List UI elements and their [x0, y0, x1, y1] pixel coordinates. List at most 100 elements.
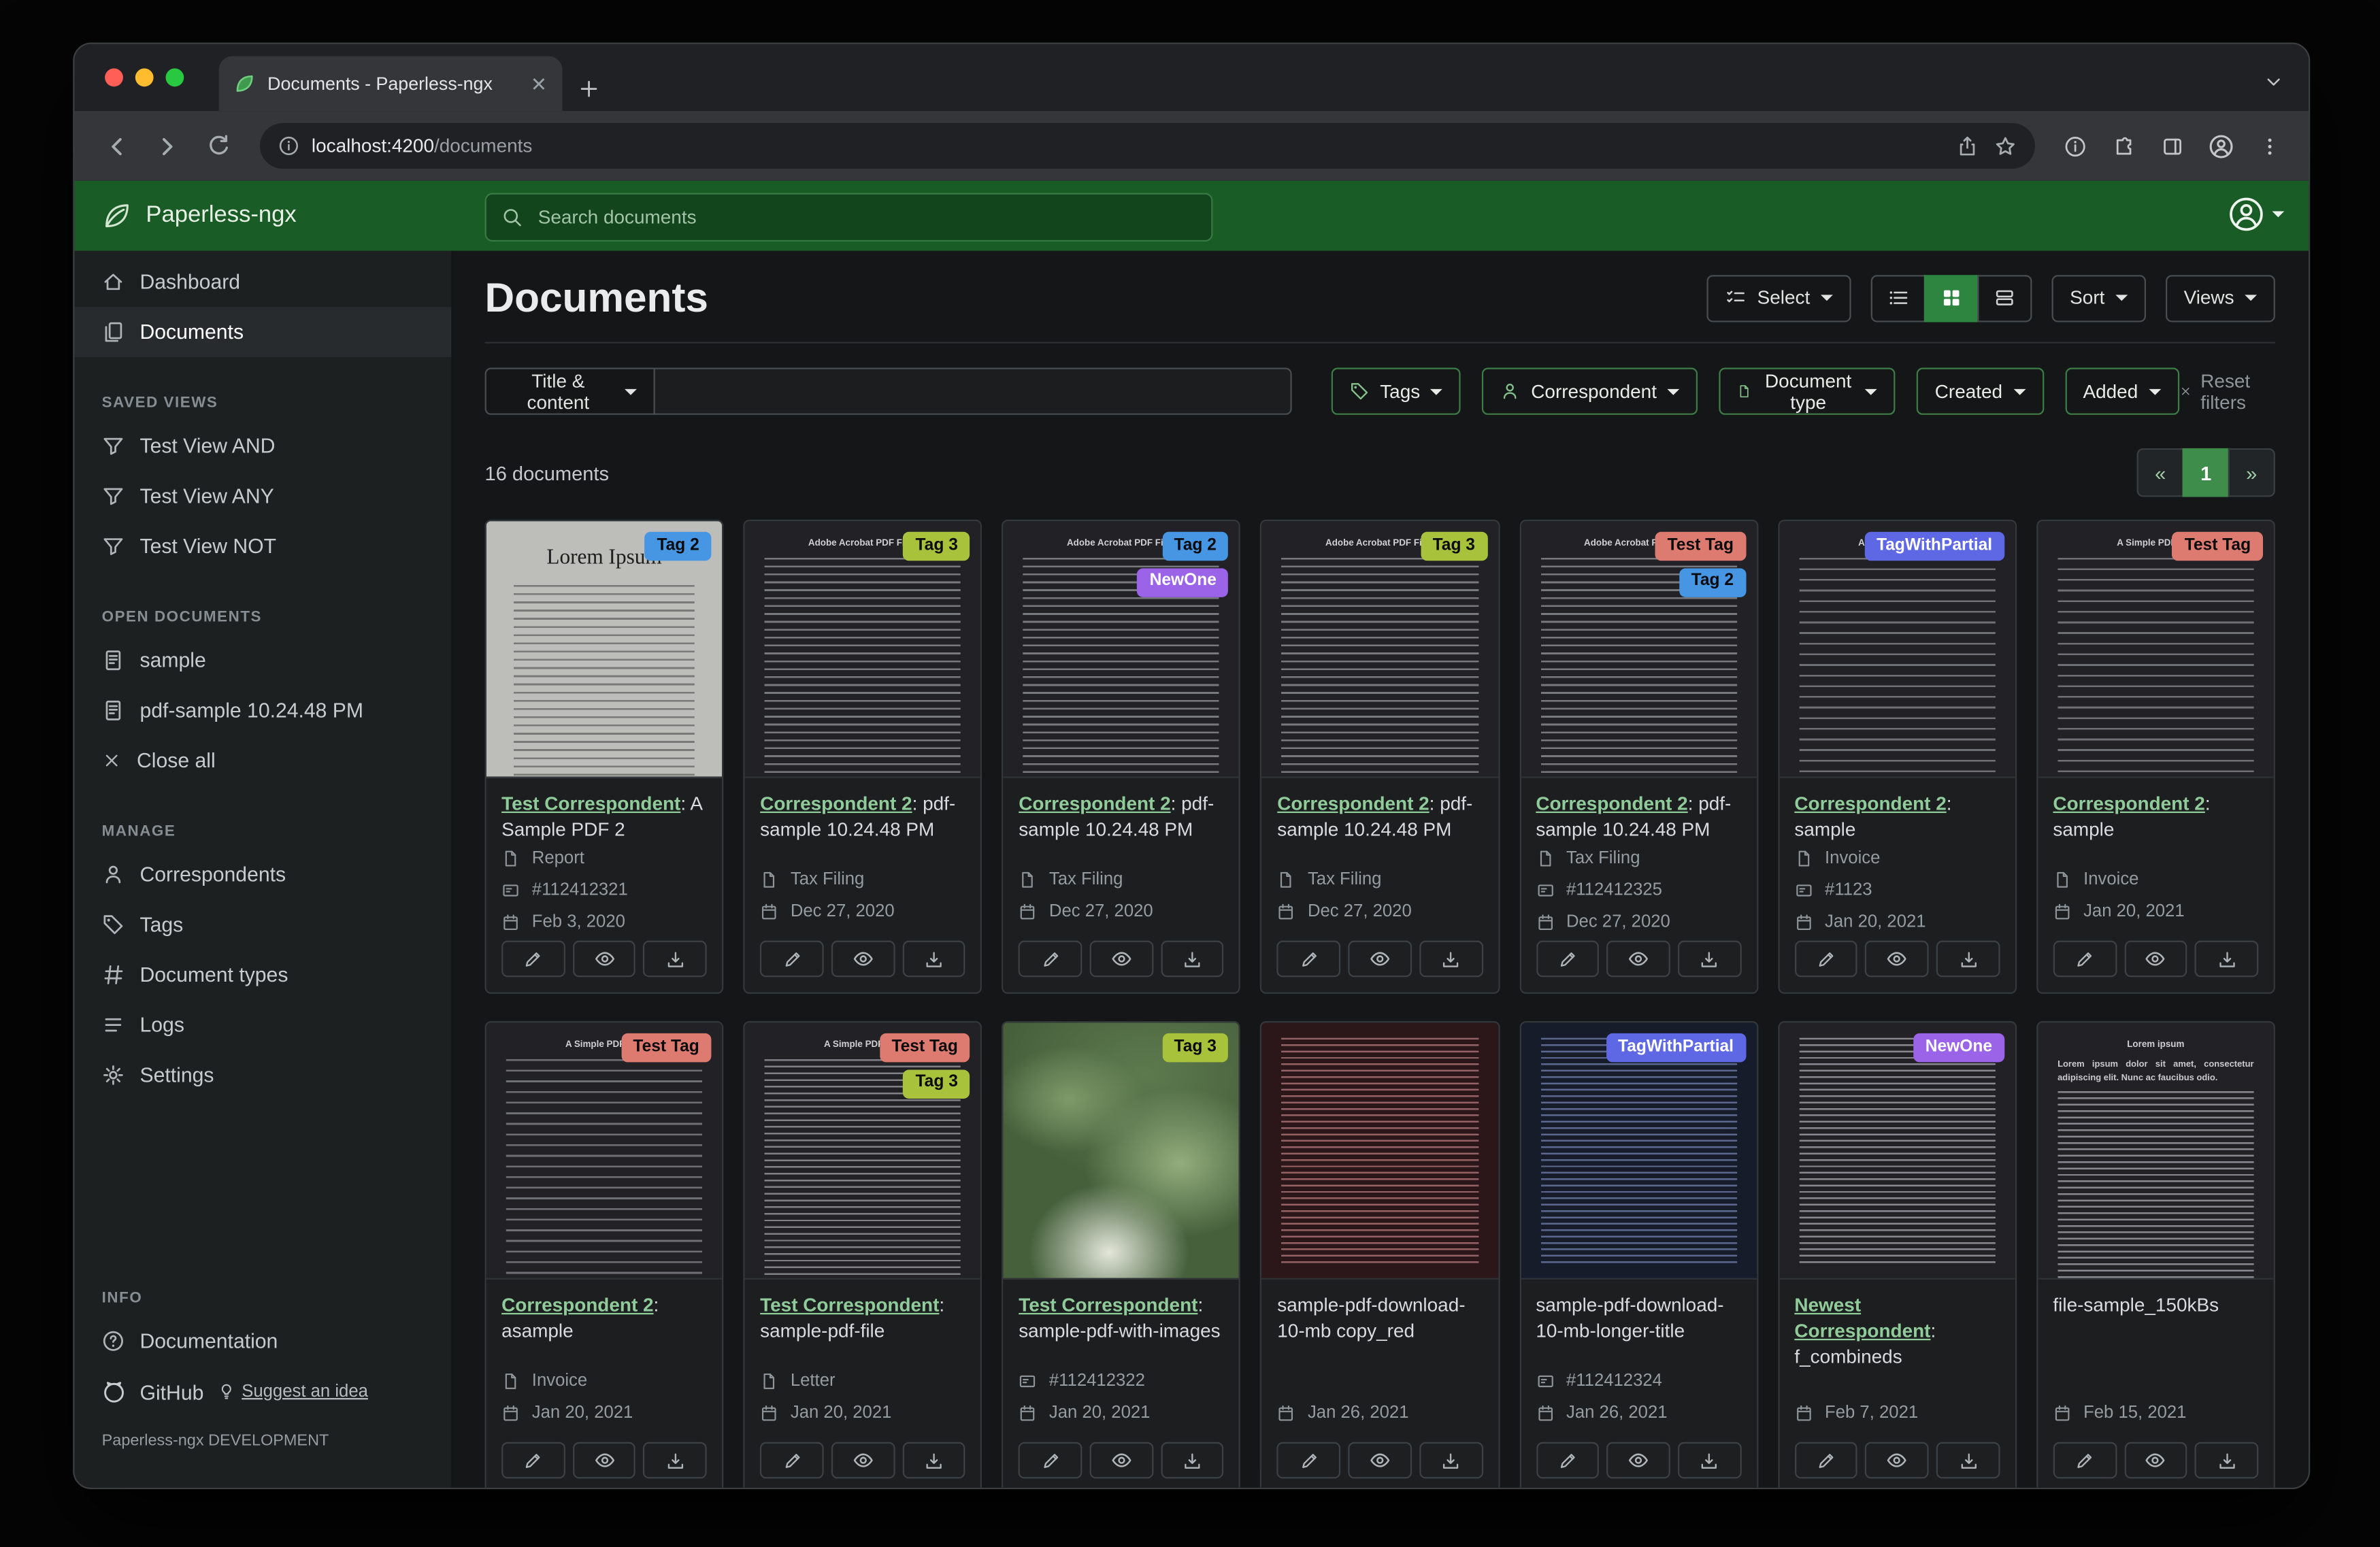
sidebar-item-dashboard[interactable]: Dashboard	[74, 256, 451, 307]
document-thumbnail[interactable]: NewOne	[1779, 1022, 2015, 1279]
tag-badge[interactable]: NewOne	[1913, 1033, 2004, 1062]
view-document-button[interactable]	[1349, 1442, 1412, 1479]
tag-badge[interactable]: Test Tag	[1655, 532, 1746, 561]
address-bar[interactable]: localhost:4200/documents	[260, 123, 2035, 169]
zoom-window-button[interactable]	[165, 69, 184, 87]
forward-button[interactable]	[144, 123, 190, 169]
correspondent-link[interactable]: Newest Correspondent	[1794, 1295, 1930, 1342]
document-card[interactable]: Adobe Acrobat PDF Files Tag 3 Correspond…	[1261, 520, 1500, 994]
reload-button[interactable]	[196, 123, 242, 169]
bookmark-star-icon[interactable]	[1994, 135, 2017, 158]
back-button[interactable]	[93, 123, 138, 169]
user-menu[interactable]	[2228, 196, 2285, 233]
document-thumbnail[interactable]: A Simple PDF File Test Tag	[2038, 521, 2274, 778]
edit-document-button[interactable]	[1277, 1442, 1340, 1479]
edit-document-button[interactable]	[1794, 941, 1857, 978]
document-card[interactable]: A Simple PDF File TagWithPartial Corresp…	[1778, 520, 2017, 994]
app-brand[interactable]: Paperless-ngx	[102, 181, 297, 251]
download-document-button[interactable]	[644, 1442, 707, 1479]
view-document-button[interactable]	[2124, 1442, 2187, 1479]
sidebar-item-settings[interactable]: Settings	[74, 1050, 451, 1101]
sidebar-item-correspondents[interactable]: Correspondents	[74, 850, 451, 900]
global-search-input[interactable]	[535, 205, 1196, 230]
extensions-puzzle-icon[interactable]	[2102, 124, 2145, 167]
correspondent-link[interactable]: Correspondent 2	[2053, 793, 2204, 814]
tag-badge[interactable]: TagWithPartial	[1864, 532, 2004, 561]
download-document-button[interactable]	[1936, 1442, 2000, 1479]
tag-badge[interactable]: Tag 2	[645, 532, 712, 561]
filter-added-button[interactable]: Added	[2065, 368, 2179, 415]
sidebar-item-test-view-not[interactable]: Test View NOT	[74, 521, 451, 571]
filter-created-button[interactable]: Created	[1917, 368, 2043, 415]
document-thumbnail[interactable]: Adobe Acrobat PDF Files Tag 2NewOne	[1004, 521, 1240, 778]
sidebar-item-logs[interactable]: Logs	[74, 1000, 451, 1050]
sidebar-item-documents[interactable]: Documents	[74, 307, 451, 357]
document-card[interactable]: NewOne Newest Correspondent: f_combineds…	[1778, 1021, 2017, 1488]
detail-view-button[interactable]	[1977, 274, 2032, 321]
download-document-button[interactable]	[1936, 941, 2000, 978]
filter-document-type-button[interactable]: Document type	[1719, 368, 1896, 415]
tag-badge[interactable]: TagWithPartial	[1606, 1033, 1746, 1062]
tag-badge[interactable]: Test Tag	[2172, 532, 2263, 561]
sidebar-item-document-types[interactable]: Document types	[74, 950, 451, 1000]
document-card[interactable]: Adobe Acrobat PDF Files Tag 2NewOne Corr…	[1002, 520, 1241, 994]
correspondent-link[interactable]: Correspondent 2	[760, 793, 912, 814]
document-thumbnail[interactable]: TagWithPartial	[1521, 1022, 1757, 1279]
edit-document-button[interactable]	[760, 1442, 823, 1479]
filter-field-select[interactable]: Title & content	[485, 368, 655, 415]
download-document-button[interactable]	[1419, 941, 1483, 978]
sidebar-github-link[interactable]: GitHub	[140, 1380, 204, 1403]
edit-document-button[interactable]	[760, 941, 823, 978]
document-card[interactable]: Tag 3 Test Correspondent: sample-pdf-wit…	[1002, 1021, 1241, 1488]
edit-document-button[interactable]	[1019, 941, 1082, 978]
edit-document-button[interactable]	[1536, 941, 1599, 978]
correspondent-link[interactable]: Correspondent 2	[1536, 793, 1687, 814]
view-document-button[interactable]	[1349, 941, 1412, 978]
sidebar-item-test-view-and[interactable]: Test View AND	[74, 421, 451, 471]
tag-badge[interactable]: Test Tag	[880, 1033, 970, 1062]
browser-profile-avatar[interactable]	[2199, 124, 2242, 167]
tag-badge[interactable]: Tag 3	[904, 1069, 970, 1098]
document-card[interactable]: sample-pdf-download-10-mb copy_red Jan 2…	[1261, 1021, 1500, 1488]
correspondent-link[interactable]: Test Correspondent	[1019, 1295, 1197, 1316]
view-document-button[interactable]	[572, 1442, 635, 1479]
tab-close-icon[interactable]: ✕	[531, 73, 547, 93]
document-card[interactable]: TagWithPartial sample-pdf-download-10-mb…	[1519, 1021, 1758, 1488]
view-document-button[interactable]	[1607, 1442, 1670, 1479]
sidebar-item-tags[interactable]: Tags	[74, 899, 451, 950]
download-document-button[interactable]	[902, 941, 965, 978]
document-card[interactable]: A Simple PDF File Test TagTag 3 Test Cor…	[744, 1021, 982, 1488]
pagination-next-button[interactable]: »	[2228, 448, 2275, 497]
pagination-prev-button[interactable]: «	[2137, 448, 2184, 497]
tab-search-chevron-icon[interactable]	[2263, 71, 2284, 93]
correspondent-link[interactable]: Correspondent 2	[1794, 793, 1946, 814]
tag-badge[interactable]: Tag 3	[1421, 532, 1487, 561]
document-thumbnail[interactable]: Adobe Acrobat PDF Files Tag 3	[1262, 521, 1498, 778]
reset-filters-button[interactable]: Reset filters	[2179, 370, 2275, 413]
site-info-icon[interactable]	[278, 135, 299, 156]
document-card[interactable]: Lorem Ipsum Tag 2 Test Correspondent: A …	[485, 520, 724, 994]
minimize-window-button[interactable]	[135, 69, 154, 87]
view-document-button[interactable]	[831, 1442, 895, 1479]
download-document-button[interactable]	[2195, 941, 2258, 978]
tag-badge[interactable]: Test Tag	[621, 1033, 712, 1062]
edit-document-button[interactable]	[1019, 1442, 1082, 1479]
edit-document-button[interactable]	[1277, 941, 1340, 978]
pagination-page-1[interactable]: 1	[2183, 448, 2230, 497]
edit-document-button[interactable]	[2053, 941, 2116, 978]
share-icon[interactable]	[1956, 135, 1979, 158]
sort-button[interactable]: Sort	[2051, 274, 2145, 321]
download-document-button[interactable]	[1419, 1442, 1483, 1479]
new-tab-button[interactable]	[578, 78, 601, 101]
sidebar-open-document-pdf-sample[interactable]: pdf-sample 10.24.48 PM	[74, 685, 451, 735]
document-thumbnail[interactable]: A Simple PDF File TagWithPartial	[1779, 521, 2015, 778]
extension-icon[interactable]	[2053, 124, 2096, 167]
document-thumbnail[interactable]: Adobe Acrobat PDF Files Test TagTag 2	[1521, 521, 1757, 778]
document-thumbnail[interactable]: Lorem ipsum Lorem ipsum dolor sit amet, …	[2038, 1022, 2274, 1279]
browser-menu-kebab-icon[interactable]	[2248, 124, 2291, 167]
tag-badge[interactable]: Tag 2	[1679, 568, 1746, 597]
side-panel-icon[interactable]	[2151, 124, 2194, 167]
edit-document-button[interactable]	[2053, 1442, 2116, 1479]
select-button[interactable]: Select	[1707, 274, 1851, 321]
views-button[interactable]: Views	[2166, 274, 2275, 321]
